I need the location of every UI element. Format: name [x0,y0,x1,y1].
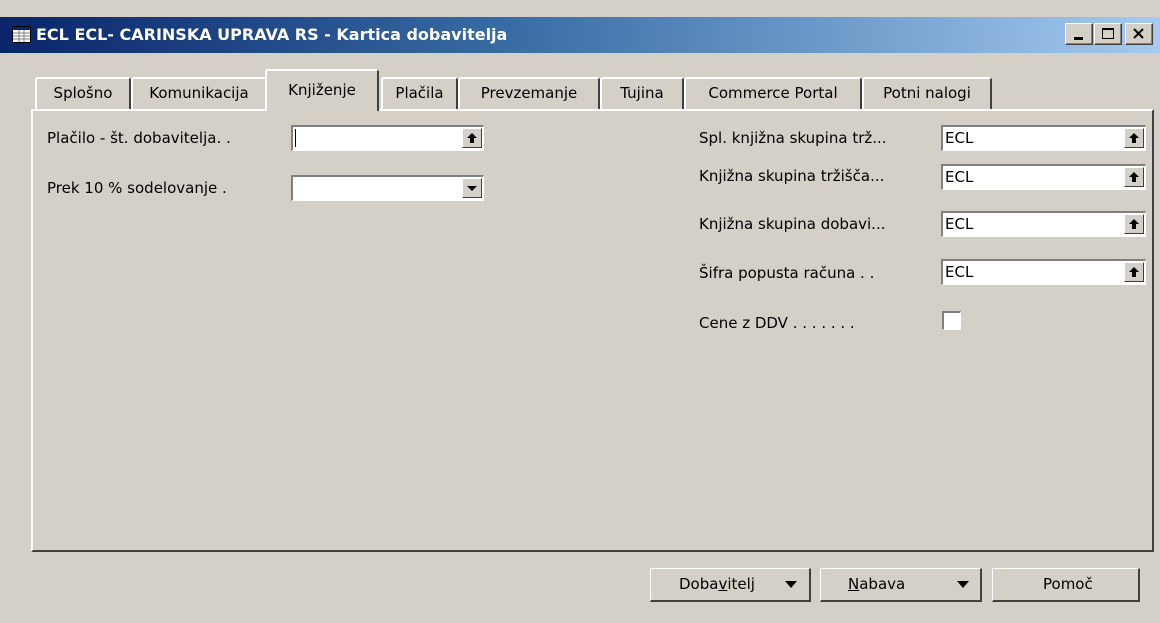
field-value: ECL [945,129,974,147]
lookup-arrow-icon [1129,172,1139,182]
nabava-label: Nabava [848,575,906,593]
tab-prevzemanje[interactable]: Prevzemanje [458,77,600,109]
lookup-arrow-icon [1129,219,1139,229]
tab-knjizenje[interactable]: Knjiženje [265,69,379,111]
dropdown-button[interactable] [462,178,482,198]
tab-label: Knjiženje [288,81,356,99]
lookup-button[interactable] [1124,214,1144,234]
placilo-st-dobavitelja-field[interactable] [291,125,484,151]
vendor-card-window: ECL ECL- CARINSKA UPRAVA RS - Kartica do… [0,0,1160,623]
dobavitelj-label: Dobavitelj [679,575,755,593]
pomoc-button[interactable]: Pomoč [992,568,1140,602]
tab-label: Tujina [620,84,664,102]
spl-knjizna-skupina-trz-field[interactable]: ECL [941,125,1146,151]
field-value: ECL [945,168,974,186]
lookup-button[interactable] [462,128,482,148]
tab-potni-nalogi[interactable]: Potni nalogi [862,77,992,109]
dropdown-icon [467,186,477,191]
field-value: ECL [945,263,974,281]
cene-z-ddv-checkbox[interactable] [942,311,961,330]
knjizna-skupina-dobavitelja-label: Knjižna skupina dobavi... [699,215,886,233]
minimize-button[interactable] [1065,23,1093,45]
pomoc-label: Pomoč [1043,575,1093,593]
close-button[interactable] [1125,23,1153,45]
tab-komunikacija[interactable]: Komunikacija [131,77,267,109]
tab-placila[interactable]: Plačila [381,77,458,109]
dobavitelj-menu-button[interactable]: Dobavitelj [650,568,811,602]
tab-splosno[interactable]: Splošno [35,77,131,109]
sifra-popusta-racuna-field[interactable]: ECL [941,259,1146,285]
spl-knjizna-skupina-trz-label: Spl. knjižna skupina trž... [699,129,887,147]
lookup-button[interactable] [1124,262,1144,282]
tab-label: Potni nalogi [883,84,971,102]
tab-label: Plačila [395,84,444,102]
lookup-button[interactable] [1124,128,1144,148]
title-bar[interactable]: ECL ECL- CARINSKA UPRAVA RS - Kartica do… [0,17,1160,53]
cene-z-ddv-label: Cene z DDV . . . . . . . [699,314,855,332]
close-icon [1133,28,1144,39]
tab-panel: Plačilo - št. dobavitelja. . Prek 10 % s… [31,109,1154,552]
text-cursor [295,129,296,147]
lookup-arrow-icon [1129,267,1139,277]
tab-label: Komunikacija [149,84,249,102]
lookup-button[interactable] [1124,167,1144,187]
knjizna-skupina-dobavitelja-field[interactable]: ECL [941,211,1146,237]
lookup-arrow-icon [467,133,477,143]
window-title: ECL ECL- CARINSKA UPRAVA RS - Kartica do… [36,25,508,44]
tab-commerce-portal[interactable]: Commerce Portal [684,77,862,109]
maximize-button[interactable] [1094,23,1122,45]
minimize-icon [1074,37,1083,40]
field-value: ECL [945,215,974,233]
tab-label: Commerce Portal [708,84,838,102]
lookup-arrow-icon [1129,133,1139,143]
knjizna-skupina-trzisca-field[interactable]: ECL [941,164,1146,190]
sifra-popusta-racuna-label: Šifra popusta računa . . [699,264,875,282]
prek-10-sodelovanje-label: Prek 10 % sodelovanje . [47,179,227,197]
tab-label: Splošno [53,84,113,102]
chevron-down-icon [957,581,969,588]
maximize-icon [1102,28,1114,39]
tab-tujina[interactable]: Tujina [600,77,684,109]
knjizna-skupina-trzisca-label: Knjižna skupina tržišča... [699,167,885,185]
placilo-st-dobavitelja-label: Plačilo - št. dobavitelja. . [47,129,231,147]
prek-10-sodelovanje-select[interactable] [291,175,484,201]
form-icon [12,26,31,43]
nabava-menu-button[interactable]: Nabava [820,568,982,602]
tab-label: Prevzemanje [480,84,578,102]
chevron-down-icon [785,581,797,588]
